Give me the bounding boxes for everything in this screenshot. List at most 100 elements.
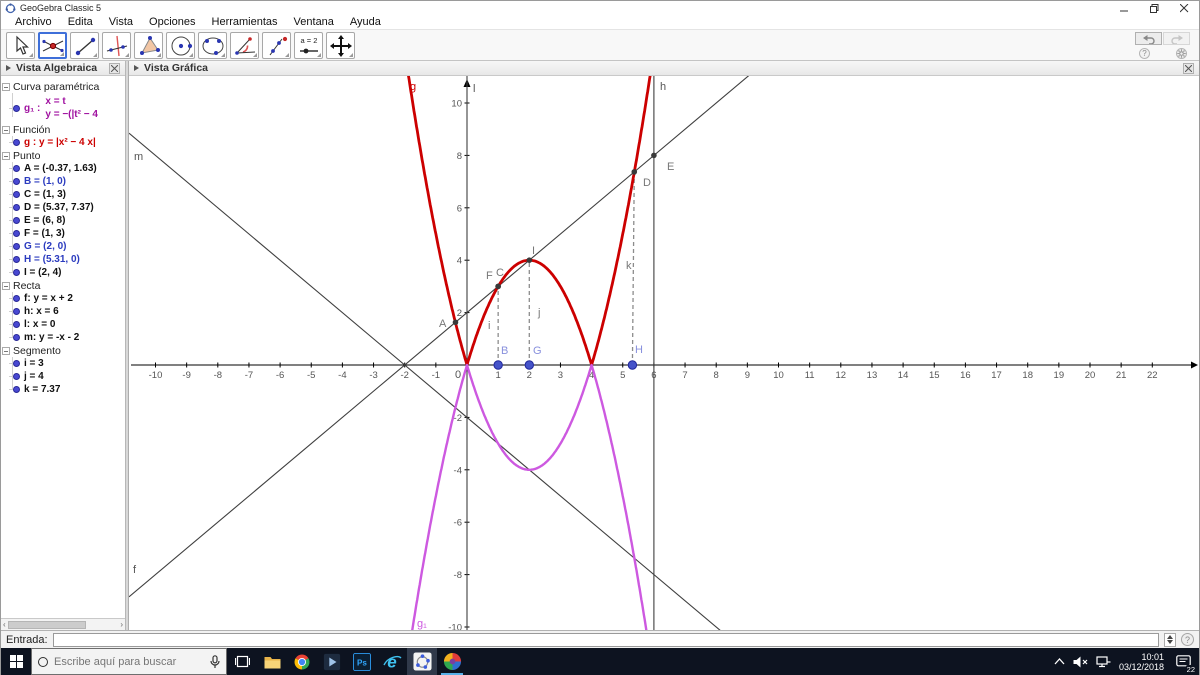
taskbar-clock[interactable]: 10:01 03/12/2018: [1119, 652, 1164, 672]
file-explorer-button[interactable]: [257, 648, 287, 675]
visibility-bullet-icon[interactable]: [13, 321, 20, 328]
tray-chevron-icon[interactable]: [1054, 658, 1065, 665]
algebra-section-title[interactable]: Función: [1, 123, 125, 136]
line-tool-button[interactable]: [70, 32, 99, 59]
visibility-bullet-icon[interactable]: [13, 191, 20, 198]
collapse-icon[interactable]: [2, 125, 10, 134]
algebra-item[interactable]: A = (-0.37, 1.63): [1, 162, 125, 175]
conic-tool-button[interactable]: [198, 32, 227, 59]
algebra-section-title[interactable]: Curva paramétrica: [1, 80, 125, 93]
task-view-button[interactable]: [227, 648, 257, 675]
volume-muted-icon[interactable]: [1073, 656, 1088, 668]
algebra-item[interactable]: I = (2, 4): [1, 266, 125, 279]
circle-tool-button[interactable]: [166, 32, 195, 59]
algebra-hscrollbar[interactable]: ‹ ›: [1, 618, 125, 630]
line-f[interactable]: [129, 76, 1199, 598]
curve-g1[interactable]: [404, 363, 656, 630]
visibility-bullet-icon[interactable]: [13, 139, 20, 146]
settings-gear-icon[interactable]: [1176, 48, 1187, 59]
polygon-tool-button[interactable]: [134, 32, 163, 59]
help-icon[interactable]: ?: [1139, 48, 1150, 59]
point-I[interactable]: [526, 257, 533, 263]
minimize-button[interactable]: [1109, 1, 1139, 15]
graphics-canvas[interactable]: -10-9-8-7-6-5-4-3-2-11234567891011121314…: [129, 76, 1199, 630]
taskbar-search[interactable]: [31, 648, 227, 675]
visibility-bullet-icon[interactable]: [13, 243, 20, 250]
geogebra-taskbar-button[interactable]: [407, 648, 437, 675]
algebra-item[interactable]: f: y = x + 2: [1, 292, 125, 305]
scrollbar-thumb[interactable]: [7, 620, 86, 629]
collapse-icon[interactable]: [2, 281, 10, 290]
restore-button[interactable]: [1139, 1, 1169, 15]
scroll-right-arrow-icon[interactable]: ›: [120, 620, 123, 629]
menu-item-ayuda[interactable]: Ayuda: [342, 15, 389, 30]
point-E[interactable]: [651, 152, 657, 159]
algebra-input-field[interactable]: [52, 632, 1159, 647]
algebra-item[interactable]: B = (1, 0): [1, 175, 125, 188]
visibility-bullet-icon[interactable]: [13, 308, 20, 315]
visibility-bullet-icon[interactable]: [13, 269, 20, 276]
menu-item-edita[interactable]: Edita: [60, 15, 101, 30]
menu-item-herramientas[interactable]: Herramientas: [204, 15, 286, 30]
algebra-item[interactable]: C = (1, 3): [1, 188, 125, 201]
point-H[interactable]: [627, 360, 638, 370]
visibility-bullet-icon[interactable]: [13, 295, 20, 302]
collapse-icon[interactable]: [2, 82, 10, 91]
visibility-bullet-icon[interactable]: [13, 360, 20, 367]
algebra-section-title[interactable]: Recta: [1, 279, 125, 292]
move-tool-button[interactable]: [6, 32, 35, 59]
perpendicular-line-tool-button[interactable]: [102, 32, 131, 59]
algebra-item[interactable]: i = 3: [1, 357, 125, 370]
visibility-bullet-icon[interactable]: [13, 217, 20, 224]
menu-item-archivo[interactable]: Archivo: [7, 15, 60, 30]
move-graphics-tool-button[interactable]: [326, 32, 355, 59]
collapse-icon[interactable]: [2, 151, 10, 160]
visibility-bullet-icon[interactable]: [13, 386, 20, 393]
point-G[interactable]: [524, 360, 534, 370]
visibility-bullet-icon[interactable]: [13, 334, 20, 341]
angle-tool-button[interactable]: [230, 32, 259, 59]
algebra-item[interactable]: l: x = 0: [1, 318, 125, 331]
microphone-icon[interactable]: [210, 654, 220, 669]
slider-tool-button[interactable]: a = 2: [294, 32, 323, 59]
reflect-tool-button[interactable]: [262, 32, 291, 59]
segment-k[interactable]: [631, 171, 635, 366]
geogebra-classic-taskbar-button[interactable]: [437, 648, 467, 675]
input-history-spinner[interactable]: [1164, 632, 1176, 647]
algebra-section-title[interactable]: Punto: [1, 149, 125, 162]
point-D[interactable]: [631, 169, 638, 175]
point-F[interactable]: [495, 283, 501, 290]
line-m[interactable]: [129, 132, 1199, 630]
algebra-item[interactable]: k = 7.37: [1, 383, 125, 396]
algebra-item[interactable]: E = (6, 8): [1, 214, 125, 227]
undo-button[interactable]: [1135, 32, 1162, 45]
algebra-item[interactable]: F = (1, 3): [1, 227, 125, 240]
algebra-item[interactable]: m: y = -x - 2: [1, 331, 125, 344]
collapse-icon[interactable]: [2, 346, 10, 355]
visibility-bullet-icon[interactable]: [13, 256, 20, 263]
algebra-item[interactable]: H = (5.31, 0): [1, 253, 125, 266]
scroll-left-arrow-icon[interactable]: ‹: [3, 620, 6, 629]
algebra-item[interactable]: g : y = |x² − 4 x|: [1, 136, 125, 149]
photoshop-button[interactable]: Ps: [347, 648, 377, 675]
chrome-button[interactable]: [287, 648, 317, 675]
algebra-close-icon[interactable]: [109, 62, 120, 74]
input-help-icon[interactable]: ?: [1181, 633, 1194, 646]
visibility-bullet-icon[interactable]: [13, 373, 20, 380]
start-button[interactable]: [1, 648, 31, 675]
action-center-button[interactable]: 22: [1172, 651, 1196, 674]
search-input[interactable]: [54, 655, 184, 668]
visibility-bullet-icon[interactable]: [13, 178, 20, 185]
point-tool-button[interactable]: [38, 32, 67, 59]
redo-button[interactable]: [1163, 32, 1190, 45]
graphics-close-icon[interactable]: [1183, 62, 1194, 74]
point-B[interactable]: [493, 360, 503, 370]
algebra-view-header[interactable]: Vista Algebraica: [1, 61, 125, 76]
close-button[interactable]: [1169, 1, 1199, 15]
menu-item-ventana[interactable]: Ventana: [286, 15, 342, 30]
point-A[interactable]: [452, 319, 459, 326]
algebra-item[interactable]: g₁ : x = t y = −(|t² − 4: [1, 93, 125, 123]
visibility-bullet-icon[interactable]: [13, 204, 20, 211]
algebra-item[interactable]: h: x = 6: [1, 305, 125, 318]
visibility-bullet-icon[interactable]: [13, 230, 20, 237]
